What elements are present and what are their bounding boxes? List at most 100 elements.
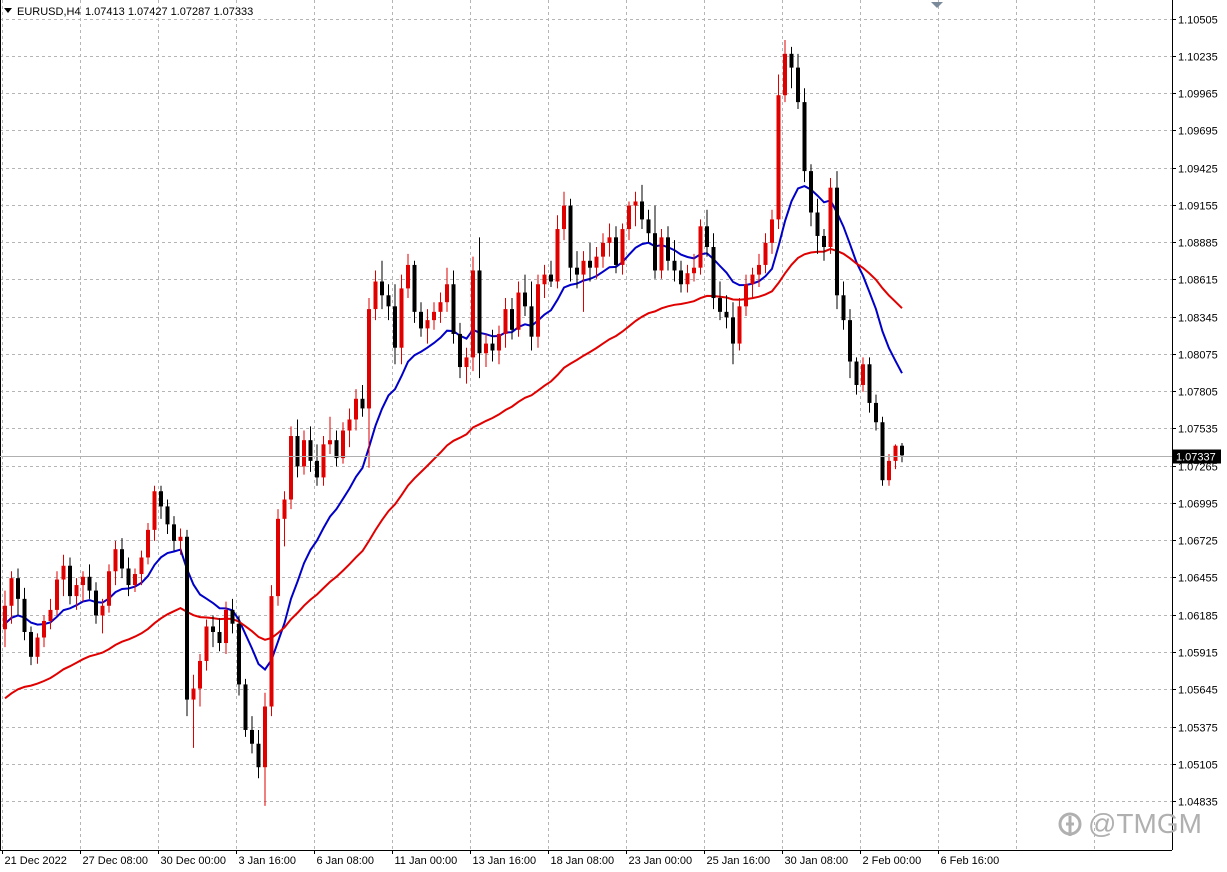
candle-body xyxy=(503,309,508,334)
candle-body xyxy=(341,430,345,459)
candle-body xyxy=(113,549,118,572)
candle xyxy=(711,233,716,310)
candle-body xyxy=(562,205,566,230)
candle xyxy=(282,491,287,547)
candle xyxy=(22,587,27,641)
candle-body xyxy=(594,256,599,268)
x-tick-label: 6 Jan 08:00 xyxy=(317,855,375,867)
candle-body xyxy=(256,743,261,768)
chart-menu-triangle-icon[interactable] xyxy=(4,8,12,13)
candle xyxy=(113,540,118,586)
y-tick-label: 1.06185 xyxy=(1178,611,1218,623)
candle xyxy=(243,678,248,737)
candle xyxy=(87,564,92,599)
candle xyxy=(438,292,443,323)
chart-shift-marker-icon[interactable] xyxy=(931,2,943,8)
candle xyxy=(94,582,98,624)
candle-body xyxy=(308,440,313,461)
candle-body xyxy=(588,260,592,268)
candle-body xyxy=(510,309,514,330)
candle xyxy=(659,229,664,279)
candle xyxy=(451,270,456,344)
y-tick-label: 1.05105 xyxy=(1178,760,1218,772)
candle xyxy=(328,416,332,454)
candle-body xyxy=(9,578,14,606)
candle-body xyxy=(393,306,397,348)
candle xyxy=(191,674,196,748)
candle-body xyxy=(737,306,742,344)
candle-body xyxy=(185,536,189,700)
candle-body xyxy=(724,311,729,318)
x-tick-label: 11 Jan 00:00 xyxy=(395,855,458,867)
candle-body xyxy=(250,729,254,744)
y-tick-label: 1.05375 xyxy=(1178,723,1218,735)
candle-body xyxy=(432,311,436,321)
y-tick-label: 1.07805 xyxy=(1178,387,1218,399)
candle-body xyxy=(575,267,579,275)
candle-body xyxy=(848,320,852,362)
candle-body xyxy=(802,102,807,172)
candle-body xyxy=(750,274,755,285)
candle-body xyxy=(412,264,417,312)
candle-body xyxy=(874,402,878,423)
candle-body xyxy=(698,226,703,268)
candle xyxy=(354,389,358,431)
candle xyxy=(718,281,722,321)
candle xyxy=(802,88,807,183)
candle-body xyxy=(100,605,105,616)
candle xyxy=(48,598,53,630)
candle-body xyxy=(133,574,137,586)
candle-body xyxy=(497,333,501,351)
y-tick-label: 1.09695 xyxy=(1178,126,1218,138)
candle xyxy=(419,302,423,337)
candle xyxy=(653,205,657,279)
candle xyxy=(198,654,202,707)
candle-body xyxy=(633,201,638,206)
candle xyxy=(152,485,157,541)
candle-body xyxy=(224,609,228,644)
y-tick-label: 1.08885 xyxy=(1178,238,1218,250)
x-tick-label: 21 Dec 2022 xyxy=(5,855,67,867)
x-tick-label: 13 Jan 16:00 xyxy=(473,855,537,867)
candle-body xyxy=(861,364,865,385)
candle xyxy=(874,394,878,431)
candle xyxy=(744,274,748,316)
candle xyxy=(399,274,404,365)
candle xyxy=(302,430,306,475)
symbol-label: EURUSD,H4 xyxy=(17,6,81,18)
candle xyxy=(490,329,495,362)
candle-body xyxy=(841,295,846,321)
candle-body xyxy=(3,605,7,630)
candle xyxy=(601,233,605,268)
candle-body xyxy=(386,295,391,307)
candle xyxy=(724,295,729,329)
candle-body xyxy=(835,187,839,296)
x-tick-label: 18 Jan 08:00 xyxy=(551,855,615,867)
candle xyxy=(542,264,547,299)
candle-body xyxy=(659,237,664,271)
candle-body xyxy=(620,229,625,265)
candle-body xyxy=(230,609,235,624)
current-price-value: 1.07337 xyxy=(1176,452,1216,464)
candle-body xyxy=(126,568,131,586)
candle-body xyxy=(165,506,170,525)
candle xyxy=(3,590,7,648)
candle-body xyxy=(692,267,696,274)
time-axis[interactable]: 21 Dec 2022 27 Dec 08:00 30 Dec 00:00 3 Jan… xyxy=(2,850,1000,867)
candle xyxy=(705,209,709,257)
candle-body xyxy=(776,95,781,220)
candle-body xyxy=(263,706,267,768)
candle-body xyxy=(828,187,833,247)
candle xyxy=(679,260,683,293)
candle-body xyxy=(763,242,768,265)
y-tick-label: 1.10235 xyxy=(1178,52,1218,64)
price-chart[interactable]: 1.10505 1.10235 1.09965 1.09695 1.09425 1.091… xyxy=(0,0,1227,872)
candle xyxy=(848,309,852,379)
y-tick-label: 1.07535 xyxy=(1178,424,1218,436)
x-tick-label: 30 Dec 00:00 xyxy=(161,855,226,867)
candle-body xyxy=(549,274,553,282)
price-axis[interactable]: 1.10505 1.10235 1.09965 1.09695 1.09425 1.091… xyxy=(1172,15,1218,809)
candle xyxy=(360,384,365,417)
candle xyxy=(588,242,592,282)
candle xyxy=(796,53,800,110)
